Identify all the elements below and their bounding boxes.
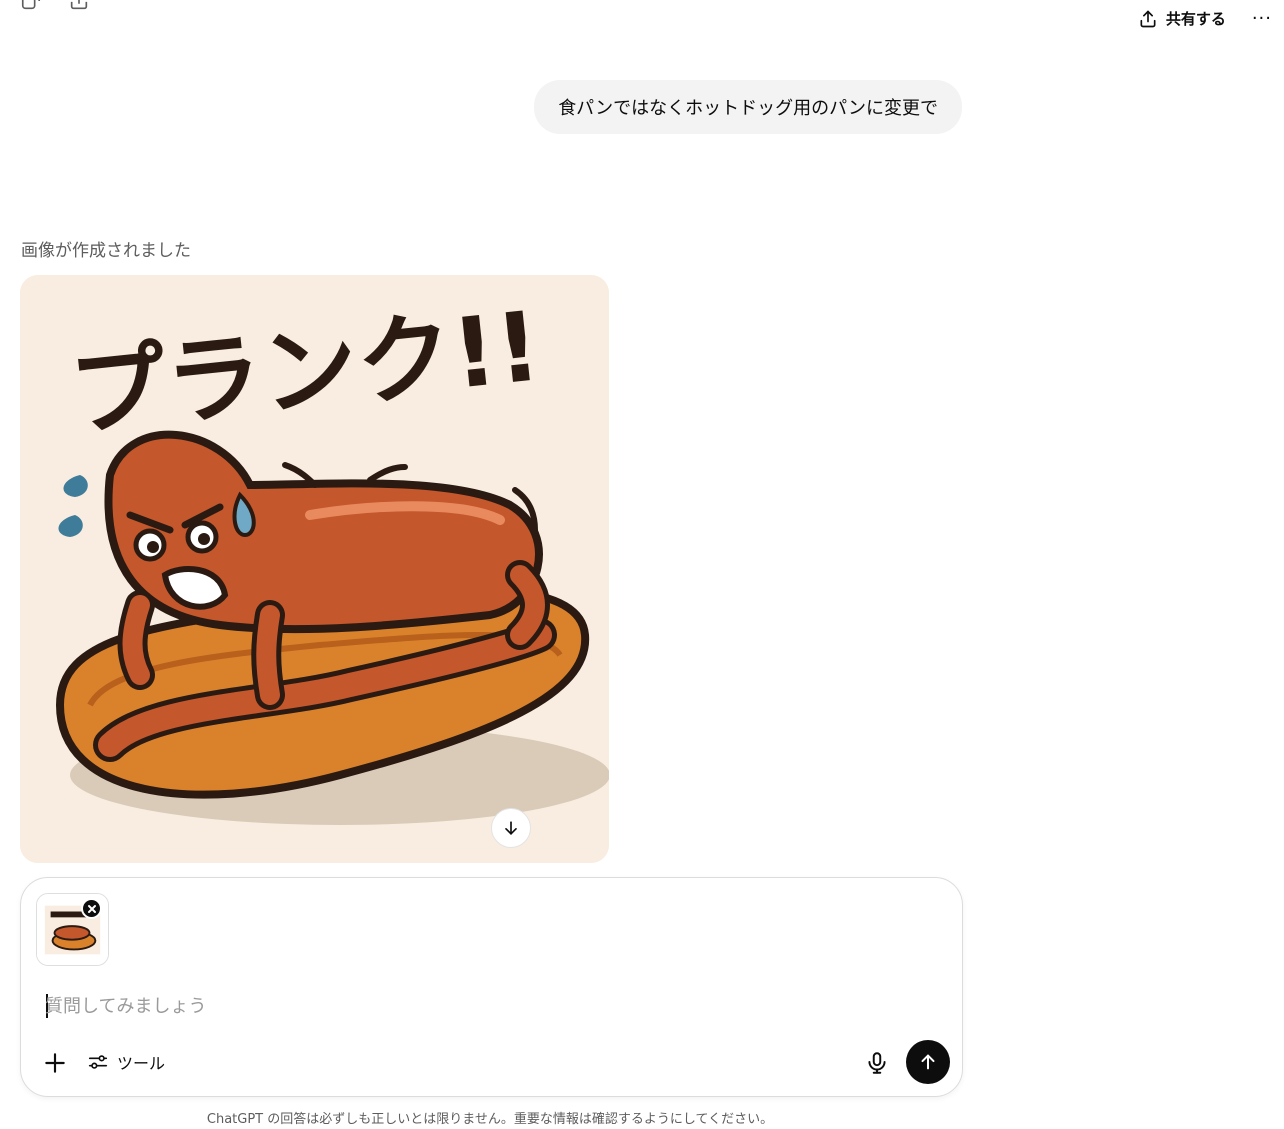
tools-label: ツール <box>117 1054 166 1073</box>
arrow-down-icon <box>505 821 517 835</box>
tools-button[interactable]: ツール <box>87 1050 165 1074</box>
plus-icon[interactable] <box>42 1050 68 1076</box>
remove-attachment-button[interactable] <box>81 898 102 919</box>
generated-image-art: プランク!! <box>20 275 609 863</box>
share-label: 共有する <box>1165 10 1226 28</box>
assistant-status: 画像が作成されました <box>21 241 191 261</box>
send-button[interactable] <box>906 1040 950 1084</box>
header-actions: 共有する ··· <box>1138 8 1272 29</box>
sliders-icon <box>88 1055 108 1069</box>
user-message: 食パンではなくホットドッグ用のパンに変更で <box>534 80 962 134</box>
microphone-icon[interactable] <box>864 1050 890 1076</box>
download-button[interactable] <box>491 808 531 848</box>
arrow-up-icon <box>921 1054 935 1070</box>
top-left-toolbar <box>20 0 90 12</box>
disclaimer-text: ChatGPT の回答は必ずしも正しいとは限りません。重要な情報は確認するように… <box>206 1112 774 1127</box>
chat-page: 共有する ··· 食パンではなくホットドッグ用のパンに変更で 画像が作成されまし… <box>0 0 1284 1129</box>
generated-image[interactable]: プランク!! <box>20 275 609 863</box>
prompt-input[interactable] <box>45 991 925 1021</box>
share-icon <box>1140 10 1156 27</box>
close-icon <box>87 904 96 913</box>
more-icon[interactable]: ··· <box>1252 9 1272 28</box>
new-chat-icon[interactable] <box>20 0 42 12</box>
composer: ツール <box>20 877 963 1097</box>
share-upload-icon[interactable] <box>68 0 90 12</box>
share-button[interactable]: 共有する <box>1138 8 1226 29</box>
